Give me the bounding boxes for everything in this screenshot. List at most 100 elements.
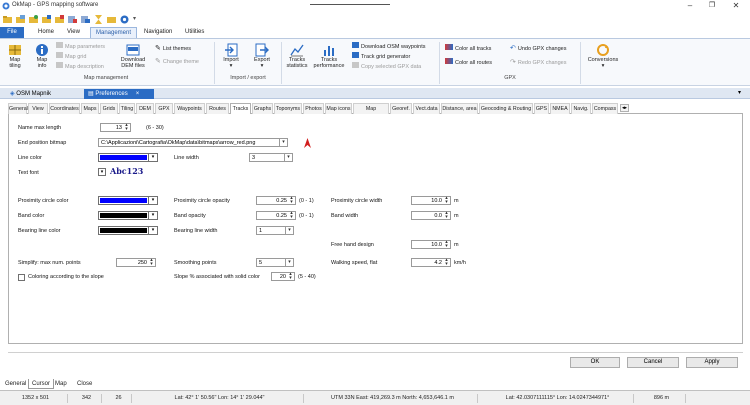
chevron-down-icon[interactable]: ▾: [148, 227, 157, 234]
tab-vect-data[interactable]: Vect.data: [413, 103, 440, 114]
chevron-down-icon[interactable]: ▾: [285, 259, 293, 266]
color-all-routes-button[interactable]: Color all routes: [445, 58, 492, 67]
open-map-icon[interactable]: [15, 14, 26, 25]
tab-preferences[interactable]: ▤ Preferences ×: [84, 89, 154, 99]
band-opacity-input[interactable]: 0.25 ▴ ▾: [256, 211, 296, 220]
bottom-tab-cursor[interactable]: Cursor: [28, 379, 55, 389]
tab-toponyms[interactable]: Toponyms: [274, 103, 302, 114]
tab-view[interactable]: View: [62, 27, 85, 38]
tab-grids[interactable]: Grids: [100, 103, 118, 114]
tracks-statistics-button[interactable]: Tracks statistics: [284, 43, 310, 69]
slope-solid-input[interactable]: 20 ▴ ▾: [271, 272, 295, 281]
map-tiling-button[interactable]: Map tiling: [4, 43, 26, 69]
tab-dem[interactable]: DEM: [136, 103, 154, 114]
simplify-input[interactable]: 250 ▴ ▾: [116, 258, 156, 267]
spin-arrows-icon[interactable]: ▴ ▾: [443, 211, 450, 220]
tab-file[interactable]: File: [0, 27, 24, 38]
map-grid-button[interactable]: Map grid: [56, 52, 86, 61]
chevron-down-icon[interactable]: ▾: [148, 197, 157, 204]
map-info-button[interactable]: Map info: [32, 43, 52, 69]
open-folder-icon[interactable]: [2, 14, 13, 25]
tab-home[interactable]: Home: [33, 27, 59, 38]
tab-scroll-arrows-icon[interactable]: ◂▸: [620, 104, 630, 112]
minimize-icon[interactable]: –: [682, 1, 698, 10]
export-icon[interactable]: [67, 14, 78, 25]
band-width-input[interactable]: 0.0 ▴ ▾: [411, 211, 451, 220]
tab-maps[interactable]: Maps: [81, 103, 99, 114]
tab-list-dropdown-icon[interactable]: ▾: [738, 89, 741, 96]
save-gpx-icon[interactable]: [54, 14, 65, 25]
tab-view[interactable]: View: [28, 103, 48, 114]
bottom-tab-general[interactable]: General: [2, 379, 29, 389]
spin-arrows-icon[interactable]: ▴ ▾: [288, 211, 295, 220]
tab-gpx[interactable]: GPX: [155, 103, 173, 114]
tab-tiling[interactable]: Tiling: [119, 103, 135, 114]
chevron-down-icon[interactable]: ▾: [279, 139, 287, 146]
end-position-bitmap-field[interactable]: C:\Applicazioni\Cartografia\OkMap\data\b…: [98, 138, 288, 147]
walking-speed-input[interactable]: 4.2 ▴ ▾: [411, 258, 451, 267]
close-tab-icon[interactable]: ×: [136, 91, 140, 97]
download-dem-button[interactable]: Download DEM files: [118, 43, 148, 69]
bottom-tab-map[interactable]: Map: [52, 379, 70, 389]
close-window-icon[interactable]: ✕: [728, 1, 744, 10]
track-grid-button[interactable]: Track grid generator: [352, 52, 410, 61]
color-all-tracks-button[interactable]: Color all tracks: [445, 44, 491, 53]
spin-arrows-icon[interactable]: ▴ ▾: [148, 258, 155, 267]
line-color-picker[interactable]: ▾: [98, 153, 158, 162]
folder-icon[interactable]: [106, 14, 117, 25]
spin-arrows-icon[interactable]: ▴ ▾: [443, 240, 450, 249]
tab-routes[interactable]: Routes: [206, 103, 229, 114]
open-gps-icon[interactable]: [28, 14, 39, 25]
spin-arrows-icon[interactable]: ▴ ▾: [123, 123, 130, 132]
tab-map-icons[interactable]: Map icons: [325, 103, 352, 114]
tab-nmea[interactable]: NMEA: [550, 103, 570, 114]
proximity-circle-width-input[interactable]: 10.0 ▴ ▾: [411, 196, 451, 205]
tab-osm-mapnik[interactable]: ◈ OSM Mapnik: [6, 89, 55, 99]
restore-icon[interactable]: ❐: [704, 1, 720, 9]
tracks-performance-button[interactable]: Tracks performance: [312, 43, 346, 69]
chevron-down-icon[interactable]: ▾: [284, 154, 292, 161]
line-width-select[interactable]: 3 ▾: [249, 153, 293, 162]
copy-gpx-button[interactable]: Copy selected GPX data: [352, 62, 421, 71]
tab-general[interactable]: General: [8, 103, 28, 114]
hourglass-icon[interactable]: [93, 14, 104, 25]
cancel-button[interactable]: Cancel: [627, 357, 679, 368]
map-description-button[interactable]: Map description: [56, 62, 104, 71]
change-theme-button[interactable]: ✎ Change theme: [155, 57, 199, 66]
band-color-picker[interactable]: ▾: [98, 211, 158, 220]
download-osm-button[interactable]: Download OSM waypoints: [352, 42, 426, 51]
conversions-button[interactable]: Conversions ▾: [584, 43, 622, 69]
ok-button[interactable]: OK: [570, 357, 620, 368]
export-button[interactable]: Export ▾: [251, 43, 273, 69]
chevron-down-icon[interactable]: ▾: [148, 154, 157, 161]
tab-navig[interactable]: Navig.: [571, 103, 591, 114]
map-parameters-button[interactable]: Map parameters: [56, 42, 105, 51]
tab-utilities[interactable]: Utilities: [180, 27, 209, 38]
proximity-circle-color-picker[interactable]: ▾: [98, 196, 158, 205]
tab-compass[interactable]: Compass: [592, 103, 618, 114]
bearing-line-width-select[interactable]: 1 ▾: [256, 226, 294, 235]
import-button[interactable]: Import ▾: [220, 43, 242, 69]
tab-management[interactable]: Management: [90, 27, 138, 38]
tab-coordinates[interactable]: Coordinates: [49, 103, 80, 114]
undo-gpx-button[interactable]: ↶ Undo GPX changes: [510, 44, 567, 53]
proximity-circle-opacity-input[interactable]: 0.25 ▴ ▾: [256, 196, 296, 205]
free-hand-design-input[interactable]: 10.0 ▴ ▾: [411, 240, 451, 249]
tab-gps[interactable]: GPS: [534, 103, 549, 114]
tab-geocoding-routing[interactable]: Geocoding & Routing: [479, 103, 533, 114]
chevron-down-icon[interactable]: ▾: [148, 212, 157, 219]
tab-waypoints[interactable]: Waypoints: [174, 103, 205, 114]
bottom-tab-close[interactable]: Close: [74, 379, 95, 389]
bearing-line-color-picker[interactable]: ▾: [98, 226, 158, 235]
spin-arrows-icon[interactable]: ▴ ▾: [443, 196, 450, 205]
list-themes-button[interactable]: ✎ List themes: [155, 44, 191, 53]
spin-arrows-icon[interactable]: ▴ ▾: [287, 272, 294, 281]
spin-arrows-icon[interactable]: ▴ ▾: [443, 258, 450, 267]
chevron-down-icon[interactable]: ▾: [285, 227, 293, 234]
tab-map-comments[interactable]: Map comments: [353, 103, 389, 123]
print-icon[interactable]: [80, 14, 91, 25]
customize-qat-icon[interactable]: ▾: [133, 15, 136, 22]
smoothing-points-select[interactable]: 5 ▾: [256, 258, 294, 267]
tab-navigation[interactable]: Navigation: [139, 27, 177, 38]
redo-gpx-button[interactable]: ↷ Redo GPX changes: [510, 58, 567, 67]
